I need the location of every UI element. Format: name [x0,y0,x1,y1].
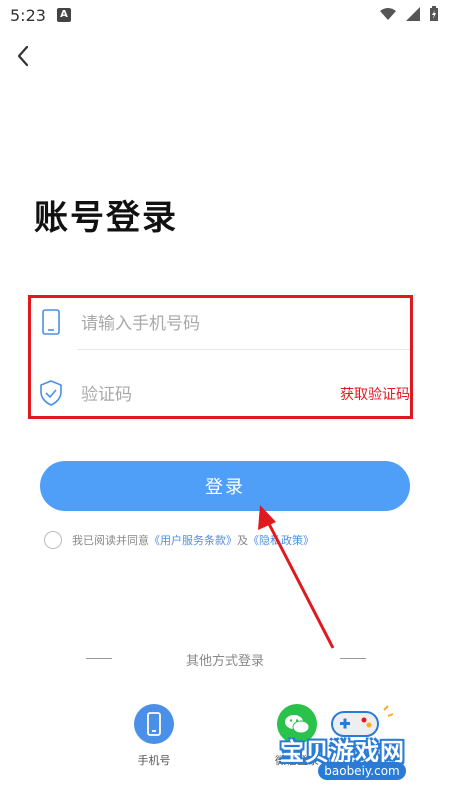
verification-code-input[interactable] [79,379,323,411]
agree-checkbox[interactable] [44,531,62,549]
phone-login-circle [134,704,174,744]
phone-row [31,298,410,356]
agreement-text: 我已阅读并同意 [72,534,149,547]
input-divider [77,349,410,350]
signal-icon [406,6,420,21]
chevron-left-icon [17,45,29,67]
agreement-and: 及 [237,534,248,547]
phone-icon [147,712,161,736]
watermark-domain: baobeiy.com [318,762,406,780]
terms-link[interactable]: 《用户服务条款》 [149,532,237,548]
status-bar: 5:23 A [0,0,450,32]
phone-login-label: 手机号 [137,754,171,767]
notification-a-icon: A [57,8,71,22]
status-time: 5:23 [10,6,46,25]
phone-input[interactable] [79,308,323,340]
page-title: 账号登录 [34,198,178,238]
shield-check-icon [40,380,62,406]
wifi-icon [380,7,396,20]
get-code-button[interactable]: 获取验证码 [340,384,410,404]
phone-icon [42,309,60,335]
agreement-row: 我已阅读并同意 《用户服务条款》 及 《隐私政策》 [44,529,314,551]
battery-icon [430,6,438,21]
status-icons [380,6,438,21]
code-row: 获取验证码 [31,364,410,422]
other-login-section: 其他方式登录 [0,648,450,669]
back-button[interactable] [10,40,40,72]
login-button[interactable]: 登录 [40,461,410,511]
phone-login-option[interactable]: 手机号 [124,704,184,768]
other-login-title: 其他方式登录 [185,654,264,669]
login-form-highlight: 获取验证码 [28,295,413,419]
divider-right [340,658,366,659]
privacy-link[interactable]: 《隐私政策》 [248,532,314,548]
